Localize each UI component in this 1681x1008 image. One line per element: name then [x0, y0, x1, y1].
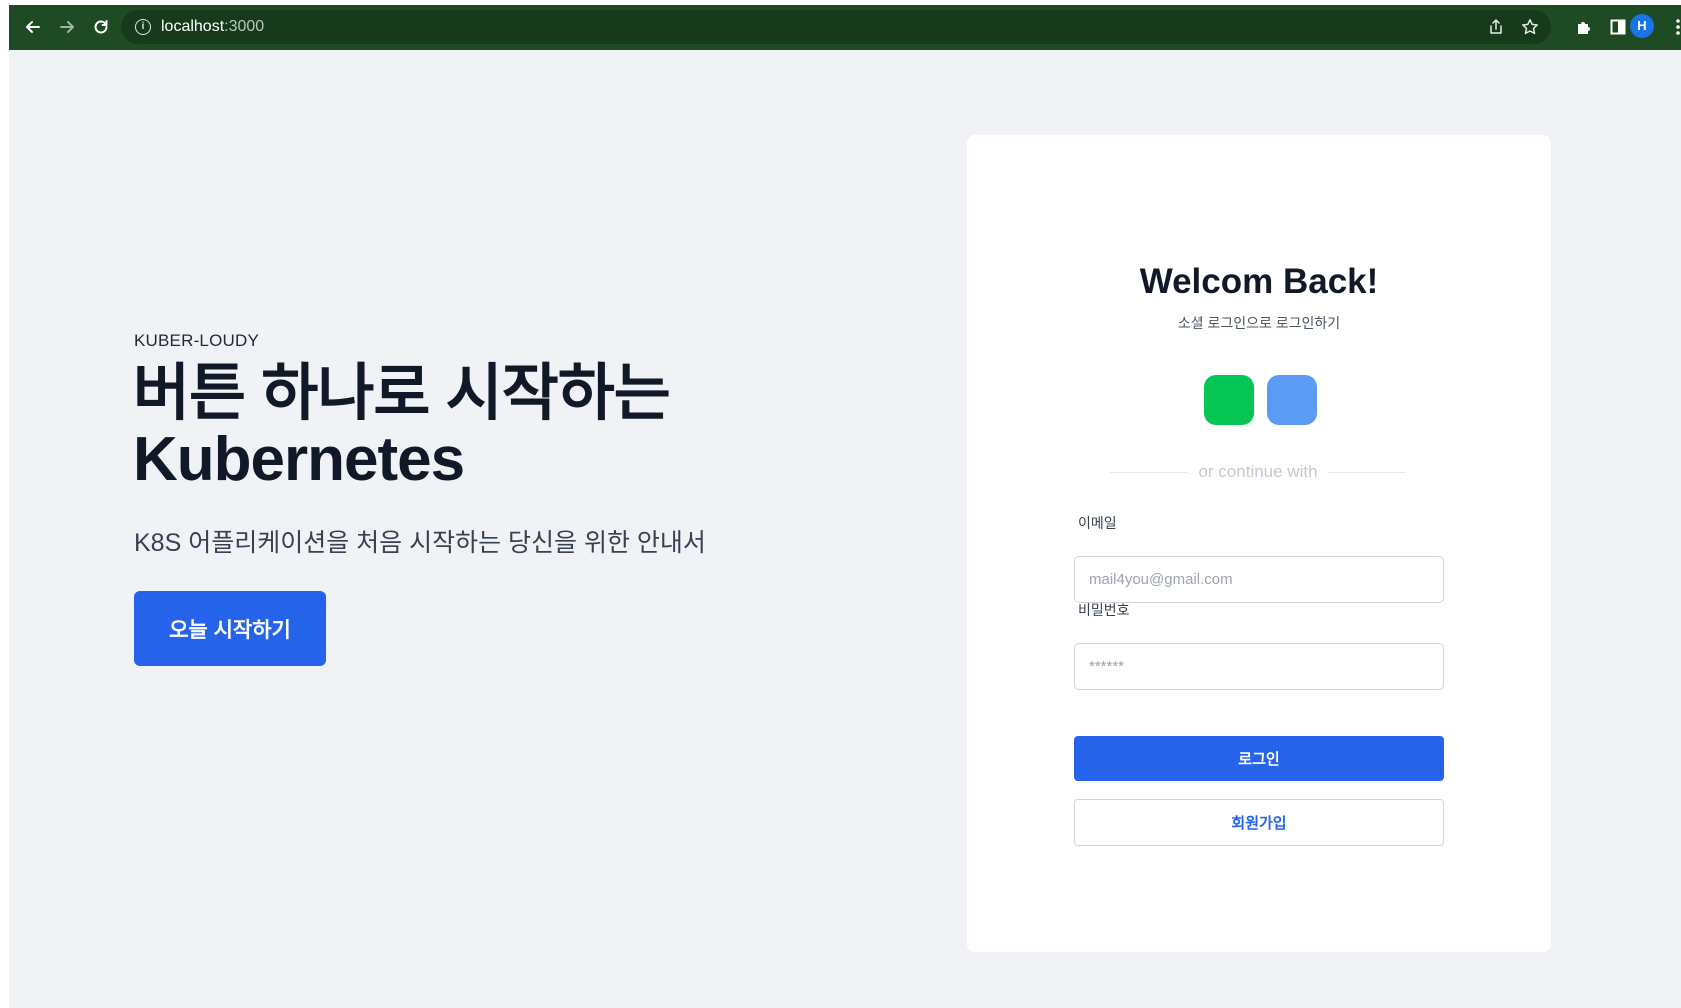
- divider-line-left: [1110, 471, 1189, 473]
- reload-icon[interactable]: [86, 12, 116, 42]
- social-login-green-button[interactable]: [1204, 375, 1254, 425]
- password-label: 비밀번호: [1078, 602, 1130, 618]
- browser-window: i localhost:3000 H KUBER-LOUDY 버튼 하나로 시작…: [9, 5, 1681, 1008]
- hero-subheadline: K8S 어플리케이션을 처음 시작하는 당신을 위한 안내서: [134, 529, 706, 557]
- info-icon[interactable]: i: [135, 19, 151, 35]
- browser-toolbar: i localhost:3000 H: [9, 5, 1681, 50]
- login-card: Welcom Back! 소셜 로그인으로 로그인하기 or continue …: [967, 135, 1551, 952]
- arrow-right-icon[interactable]: [52, 12, 82, 42]
- puzzle-icon[interactable]: [1569, 12, 1599, 42]
- brand-name: KUBER-LOUDY: [134, 331, 260, 350]
- login-title: Welcom Back!: [1139, 262, 1379, 301]
- social-login-blue-button[interactable]: [1267, 375, 1317, 425]
- divider-line-right: [1327, 471, 1407, 473]
- signup-button[interactable]: 회원가입: [1074, 799, 1444, 846]
- headline-line-1: 버튼 하나로 시작하는: [133, 359, 671, 428]
- url-text: localhost:3000: [161, 18, 265, 35]
- email-field[interactable]: [1074, 556, 1444, 603]
- arrow-left-icon[interactable]: [18, 12, 48, 42]
- login-subtitle: 소셜 로그인으로 로그인하기: [1177, 315, 1341, 331]
- profile-avatar[interactable]: H: [1630, 14, 1654, 38]
- hero-headline: 버튼 하나로 시작하는 Kubernetes: [133, 361, 893, 493]
- star-icon[interactable]: [1515, 12, 1545, 42]
- sidepanel-icon[interactable]: [1603, 12, 1633, 42]
- address-bar[interactable]: i localhost:3000: [121, 10, 1551, 44]
- password-field[interactable]: [1074, 643, 1444, 690]
- divider-text: or continue with: [1198, 462, 1318, 481]
- headline-line-2: Kubernetes: [133, 425, 465, 494]
- start-today-button[interactable]: 오늘 시작하기: [134, 591, 326, 666]
- email-label: 이메일: [1078, 515, 1117, 531]
- divider: or continue with: [1110, 460, 1407, 484]
- login-button[interactable]: 로그인: [1074, 736, 1444, 781]
- share-icon[interactable]: [1481, 12, 1511, 42]
- kebab-menu-icon[interactable]: [1663, 12, 1681, 42]
